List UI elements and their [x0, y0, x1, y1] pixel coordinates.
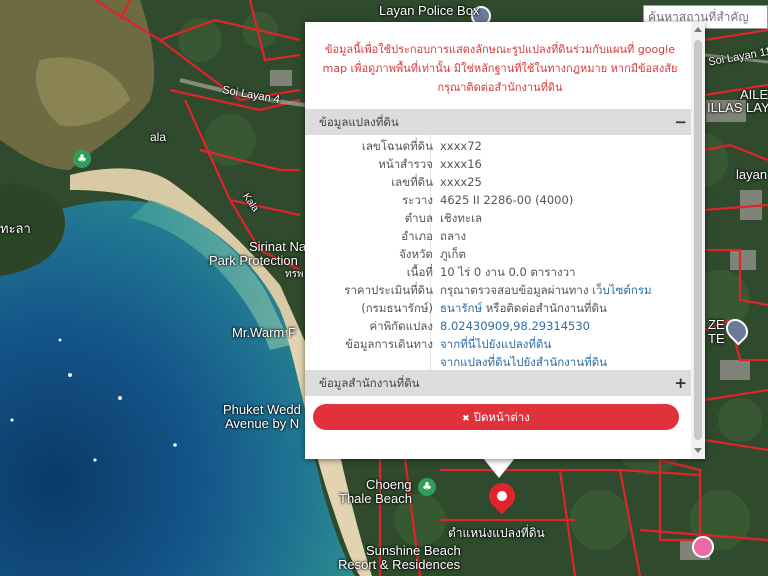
field-row-area: เนื้อที่ 10 ไร่ 0 งาน 0.0 ตารางวา — [305, 263, 691, 281]
field-row-price-2: (กรมธนารักษ์) ธนารักษ์ หรือติดต่อสำนักงา… — [305, 299, 691, 317]
field-label: เลขโฉนดที่ดิน — [361, 139, 433, 153]
map-label-layan: layan — [736, 167, 768, 182]
field-label: ตำบล — [404, 211, 433, 225]
field-value: 10 ไร่ 0 งาน 0.0 ตารางวา — [440, 265, 576, 279]
field-label: ราคาประเมินที่ดิน — [344, 283, 433, 297]
popup-scrollbar[interactable] — [691, 22, 705, 459]
land-info-fields: เลขโฉนดที่ดิน xxxx72 หน้าสำรวจ xxxx16 เล… — [305, 137, 691, 372]
field-label: ระวาง — [402, 193, 433, 207]
map-label-tala: ทะลา — [0, 221, 31, 236]
map-label-sirinat-1: Sirinat Na — [249, 239, 307, 254]
field-label: (กรมธนารักษ์) — [361, 301, 433, 315]
field-row-price: ราคาประเมินที่ดิน กรุณาตรวจสอบข้อมูลผ่าน… — [305, 281, 691, 299]
field-label: หน้าสำรวจ — [378, 157, 433, 171]
map-label-te: TE — [708, 331, 725, 346]
collapse-icon[interactable]: − — [674, 109, 687, 135]
field-row-land-no: เลขที่ดิน xxxx25 — [305, 173, 691, 191]
field-label: ค่าพิกัดแปลง — [369, 319, 433, 333]
close-icon: ✖ — [462, 414, 470, 424]
field-label: เนื้อที่ — [406, 265, 433, 279]
park-marker-icon[interactable]: ♣ — [73, 150, 91, 168]
field-row-district: อำเภอ ถลาง — [305, 227, 691, 245]
close-window-button[interactable]: ✖ ปิดหน้าต่าง — [313, 404, 679, 430]
price-note: กรุณาตรวจสอบข้อมูลผ่านทาง — [440, 283, 589, 297]
disclaimer-text: ข้อมูลนี้เพื่อใช้ประกอบการแสดงลักษณะรูปแ… — [322, 43, 678, 94]
field-value: กรุณาตรวจสอบข้อมูลผ่านทาง เว็บไซต์กรม — [440, 281, 652, 299]
field-row-map-sheet: ระวาง 4625 II 2286-00 (4000) — [305, 191, 691, 209]
field-row-survey-page: หน้าสำรวจ xxxx16 — [305, 155, 691, 173]
field-value: xxxx16 — [440, 157, 482, 171]
shop-marker-icon[interactable] — [692, 536, 714, 558]
map-label-ze: ZE — [708, 317, 725, 332]
field-value: เชิงทะเล — [440, 211, 483, 225]
field-value: xxxx25 — [440, 175, 482, 189]
section-header-land-info[interactable]: ข้อมูลแปลงที่ดิน − — [305, 109, 691, 135]
map-label-sunshine-2: Resort & Residences — [338, 557, 461, 572]
field-row-subdistrict: ตำบล เชิงทะเล — [305, 209, 691, 227]
expand-icon[interactable]: + — [674, 370, 687, 396]
field-value: 4625 II 2286-00 (4000) — [440, 193, 574, 207]
directions-to-parcel-link[interactable]: จากที่นี่ไปยังแปลงที่ดิน — [440, 335, 551, 353]
field-label: ข้อมูลการเดินทาง — [345, 337, 433, 351]
scroll-up-arrow-icon[interactable] — [694, 27, 702, 32]
map-label-sunshine-1: Sunshine Beach — [366, 543, 461, 558]
field-row-province: จังหวัด ภูเก็ต — [305, 245, 691, 263]
field-value: ภูเก็ต — [440, 247, 466, 261]
map-label-phuket-wedding-2: Avenue by N — [225, 416, 300, 431]
map-label-nala: ala — [150, 130, 167, 144]
field-label: จังหวัด — [399, 247, 433, 261]
map-label-sirinat-2: Park Protection — [209, 253, 298, 268]
scroll-down-arrow-icon[interactable] — [694, 448, 702, 453]
map-label-choeng-thale-2: Thale Beach — [339, 491, 412, 506]
treasury-website-link-2[interactable]: ธนารักษ์ — [440, 301, 482, 315]
field-row-coords: ค่าพิกัดแปลง 8.02430909,98.29314530 — [305, 317, 691, 335]
field-label: อำเภอ — [401, 229, 433, 243]
close-button-label: ปิดหน้าต่าง — [473, 410, 530, 424]
field-row-deed-no: เลขโฉนดที่ดิน xxxx72 — [305, 137, 691, 155]
field-value: xxxx72 — [440, 139, 482, 153]
field-row-directions-2: จากแปลงที่ดินไปยังสำนักงานที่ดิน — [305, 353, 691, 371]
section-title-office-info: ข้อมูลสำนักงานที่ดิน — [319, 376, 420, 390]
map-label-villas-b: ILLAS LAY — [707, 100, 768, 115]
map-label-mr-warm: Mr.Warm F — [232, 325, 296, 340]
field-value: ถลาง — [440, 229, 467, 243]
map-label-phuket-wedding-1: Phuket Wedd — [223, 402, 301, 417]
beach-marker-icon[interactable]: ♣ — [418, 478, 436, 496]
map-label-choeng-thale-1: Choeng — [366, 477, 412, 492]
parcel-info-popup: ข้อมูลนี้เพื่อใช้ประกอบการแสดงลักษณะรูปแ… — [305, 22, 705, 459]
section-header-office-info[interactable]: ข้อมูลสำนักงานที่ดิน + — [305, 370, 691, 396]
field-value: ธนารักษ์ หรือติดต่อสำนักงานที่ดิน — [440, 299, 607, 317]
map-label-parcel-marker: ตำแหน่งแปลงที่ดิน — [448, 526, 545, 540]
field-row-directions: ข้อมูลการเดินทาง จากที่นี่ไปยังแปลงที่ดิ… — [305, 335, 691, 353]
scroll-thumb[interactable] — [694, 40, 702, 440]
coordinates-link[interactable]: 8.02430909,98.29314530 — [440, 317, 590, 335]
map-label-police-box: Layan Police Box — [379, 3, 480, 18]
price-note-2: หรือติดต่อสำนักงานที่ดิน — [485, 301, 607, 315]
section-title-land-info: ข้อมูลแปลงที่ดิน — [319, 115, 399, 129]
treasury-website-link[interactable]: เว็บไซต์กรม — [592, 283, 651, 297]
field-label: เลขที่ดิน — [391, 175, 433, 189]
popup-pointer — [483, 458, 515, 478]
map-label-sirinat-3: ทรพ — [285, 269, 304, 280]
directions-to-office-link[interactable]: จากแปลงที่ดินไปยังสำนักงานที่ดิน — [440, 353, 607, 371]
